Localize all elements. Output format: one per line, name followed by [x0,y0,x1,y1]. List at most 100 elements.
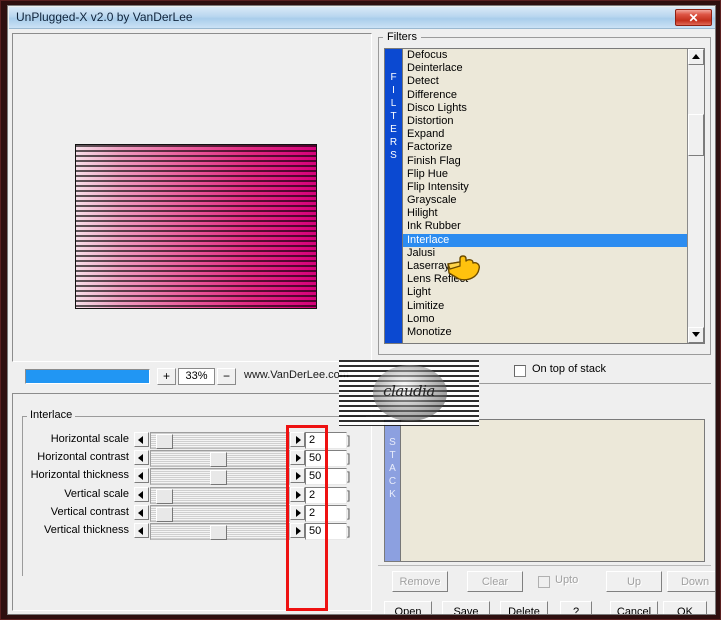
filter-list-item[interactable]: Hilight [403,207,689,220]
filters-sidebar-label: FILTERS [385,49,402,343]
open-button[interactable]: Open [384,601,432,614]
filter-list-item[interactable]: Lens Reflect [403,273,689,286]
param-horizontal-contrast-bracket-right: ] [347,451,351,466]
param-vertical-contrast-slider-track[interactable] [150,504,290,522]
param-horizontal-contrast-slider-thumb[interactable] [210,452,227,468]
sidebar-letter: R [389,137,398,148]
preview-image [75,144,317,309]
param-horizontal-thickness-slider-thumb[interactable] [210,470,227,486]
stack-controls: Remove Clear Upto Up Down [378,565,715,595]
site-url-label: www.VanDerLee.com [244,369,349,381]
param-vertical-scale-increment-arrow[interactable] [290,486,305,502]
filter-list-item[interactable]: Expand [403,128,689,141]
filter-list-item[interactable]: Disco Lights [403,102,689,115]
sidebar-letter: L [390,98,397,109]
param-vertical-scale-slider-thumb[interactable] [156,488,173,504]
stack-list[interactable] [400,420,704,561]
close-button[interactable]: ✕ [675,9,712,26]
sidebar-letter: T [390,111,397,122]
param-horizontal-thickness-slider-track[interactable] [150,468,290,486]
param-horizontal-contrast-decrement-arrow[interactable] [134,450,149,466]
param-horizontal-contrast-slider-track[interactable] [150,450,290,468]
filters-list-container: FILTERS Defocus Deinterlace Detect Differen… [384,48,705,344]
cancel-button[interactable]: Cancel [610,601,658,614]
close-icon: ✕ [688,10,699,25]
param-horizontal-scale-row: Horizontal scale[2] [13,432,373,450]
stack-sidebar-label: STACK [385,420,400,561]
save-button[interactable]: Save [442,601,490,614]
param-vertical-thickness-increment-arrow[interactable] [290,523,305,538]
param-vertical-scale-decrement-arrow[interactable] [134,486,149,502]
param-horizontal-thickness-value-input[interactable]: 50 [305,468,347,486]
upto-label: Upto [555,574,579,586]
zoom-level-value: 33% [178,368,215,385]
param-vertical-contrast-label: Vertical contrast [50,505,129,518]
param-vertical-contrast-increment-arrow[interactable] [290,504,305,520]
param-vertical-thickness-slider-track[interactable] [150,523,290,540]
filter-list-item[interactable]: Difference [403,89,689,102]
application-window: UnPlugged-X v2.0 by VanDerLee ✕ + 33% − … [0,0,721,620]
param-vertical-scale-label: Vertical scale [64,487,129,500]
filters-list[interactable]: Defocus Deinterlace Detect Difference Disco … [402,49,689,343]
filter-list-item[interactable]: Factorize [403,141,689,154]
filter-list-item-selected[interactable]: Interlace [403,233,689,247]
zoom-toolbar: + 33% − www.VanDerLee.com [12,365,372,389]
filter-list-item[interactable]: Limitize [403,300,689,313]
scrollbar-thumb[interactable] [688,114,704,156]
param-vertical-thickness-row: Vertical thickness[50] [13,523,373,541]
filter-list-item[interactable]: Grayscale [403,194,689,207]
param-vertical-contrast-slider-thumb[interactable] [156,506,173,522]
filter-list-item[interactable]: Defocus [403,49,689,62]
param-horizontal-scale-decrement-arrow[interactable] [134,432,149,447]
up-button: Up [606,571,662,592]
param-horizontal-contrast-value-input[interactable]: 50 [305,450,347,468]
sidebar-letter: T [389,450,396,461]
param-horizontal-scale-value-input[interactable]: 2 [305,432,347,449]
zoom-out-button[interactable]: − [217,368,236,385]
preview-panel[interactable] [12,33,372,362]
filter-list-item[interactable]: Ink Rubber [403,220,689,233]
window-title: UnPlugged-X v2.0 by VanDerLee [16,10,193,24]
title-bar: UnPlugged-X v2.0 by VanDerLee ✕ [9,7,715,29]
param-vertical-thickness-value-input[interactable]: 50 [305,523,347,540]
filter-list-item[interactable]: Flip Intensity [403,181,689,194]
window-inner: UnPlugged-X v2.0 by VanDerLee ✕ + 33% − … [7,5,716,615]
filter-list-item[interactable]: Distortion [403,115,689,128]
filter-list-item[interactable]: Lomo [403,313,689,326]
filter-list-item[interactable]: Jalusi [403,247,689,260]
on-top-of-stack-checkbox[interactable] [514,365,526,377]
zoom-in-button[interactable]: + [157,368,176,385]
param-vertical-scale-slider-track[interactable] [150,486,290,504]
stack-list-container: STACK [384,419,705,562]
filter-list-item[interactable]: Monotize [403,326,689,339]
param-vertical-contrast-value-input[interactable]: 2 [305,504,347,522]
filter-list-item[interactable]: Flip Hue [403,168,689,181]
filters-scrollbar[interactable] [687,49,704,343]
param-vertical-scale-value-input[interactable]: 2 [305,486,347,504]
sidebar-letter: F [390,72,397,83]
filter-list-item[interactable]: Laserrays [403,260,689,273]
param-vertical-thickness-decrement-arrow[interactable] [134,523,149,538]
on-top-of-stack-label: On top of stack [532,363,606,375]
param-horizontal-scale-slider-thumb[interactable] [156,434,173,449]
filter-list-item[interactable]: Detect [403,75,689,88]
filter-list-item[interactable]: Finish Flag [403,155,689,168]
param-horizontal-scale-increment-arrow[interactable] [290,432,305,447]
filters-legend-label: Filters [383,31,421,43]
ok-button[interactable]: OK [663,601,707,614]
param-vertical-contrast-decrement-arrow[interactable] [134,504,149,520]
filter-list-item[interactable]: Deinterlace [403,62,689,75]
param-horizontal-contrast-row: Horizontal contrast[50] [13,450,373,468]
delete-button[interactable]: Delete [500,601,548,614]
scroll-up-icon[interactable] [688,49,704,65]
param-horizontal-contrast-increment-arrow[interactable] [290,450,305,466]
param-vertical-thickness-slider-thumb[interactable] [210,525,227,540]
scroll-down-icon[interactable] [688,327,704,343]
param-horizontal-scale-slider-track[interactable] [150,432,290,449]
progress-bar [25,369,150,384]
param-horizontal-thickness-decrement-arrow[interactable] [134,468,149,484]
param-horizontal-thickness-increment-arrow[interactable] [290,468,305,484]
filter-list-item[interactable]: Light [403,286,689,299]
help-button[interactable]: ? [560,601,592,614]
bottom-button-bar: Open Save Delete? Cancel OK [378,599,711,614]
